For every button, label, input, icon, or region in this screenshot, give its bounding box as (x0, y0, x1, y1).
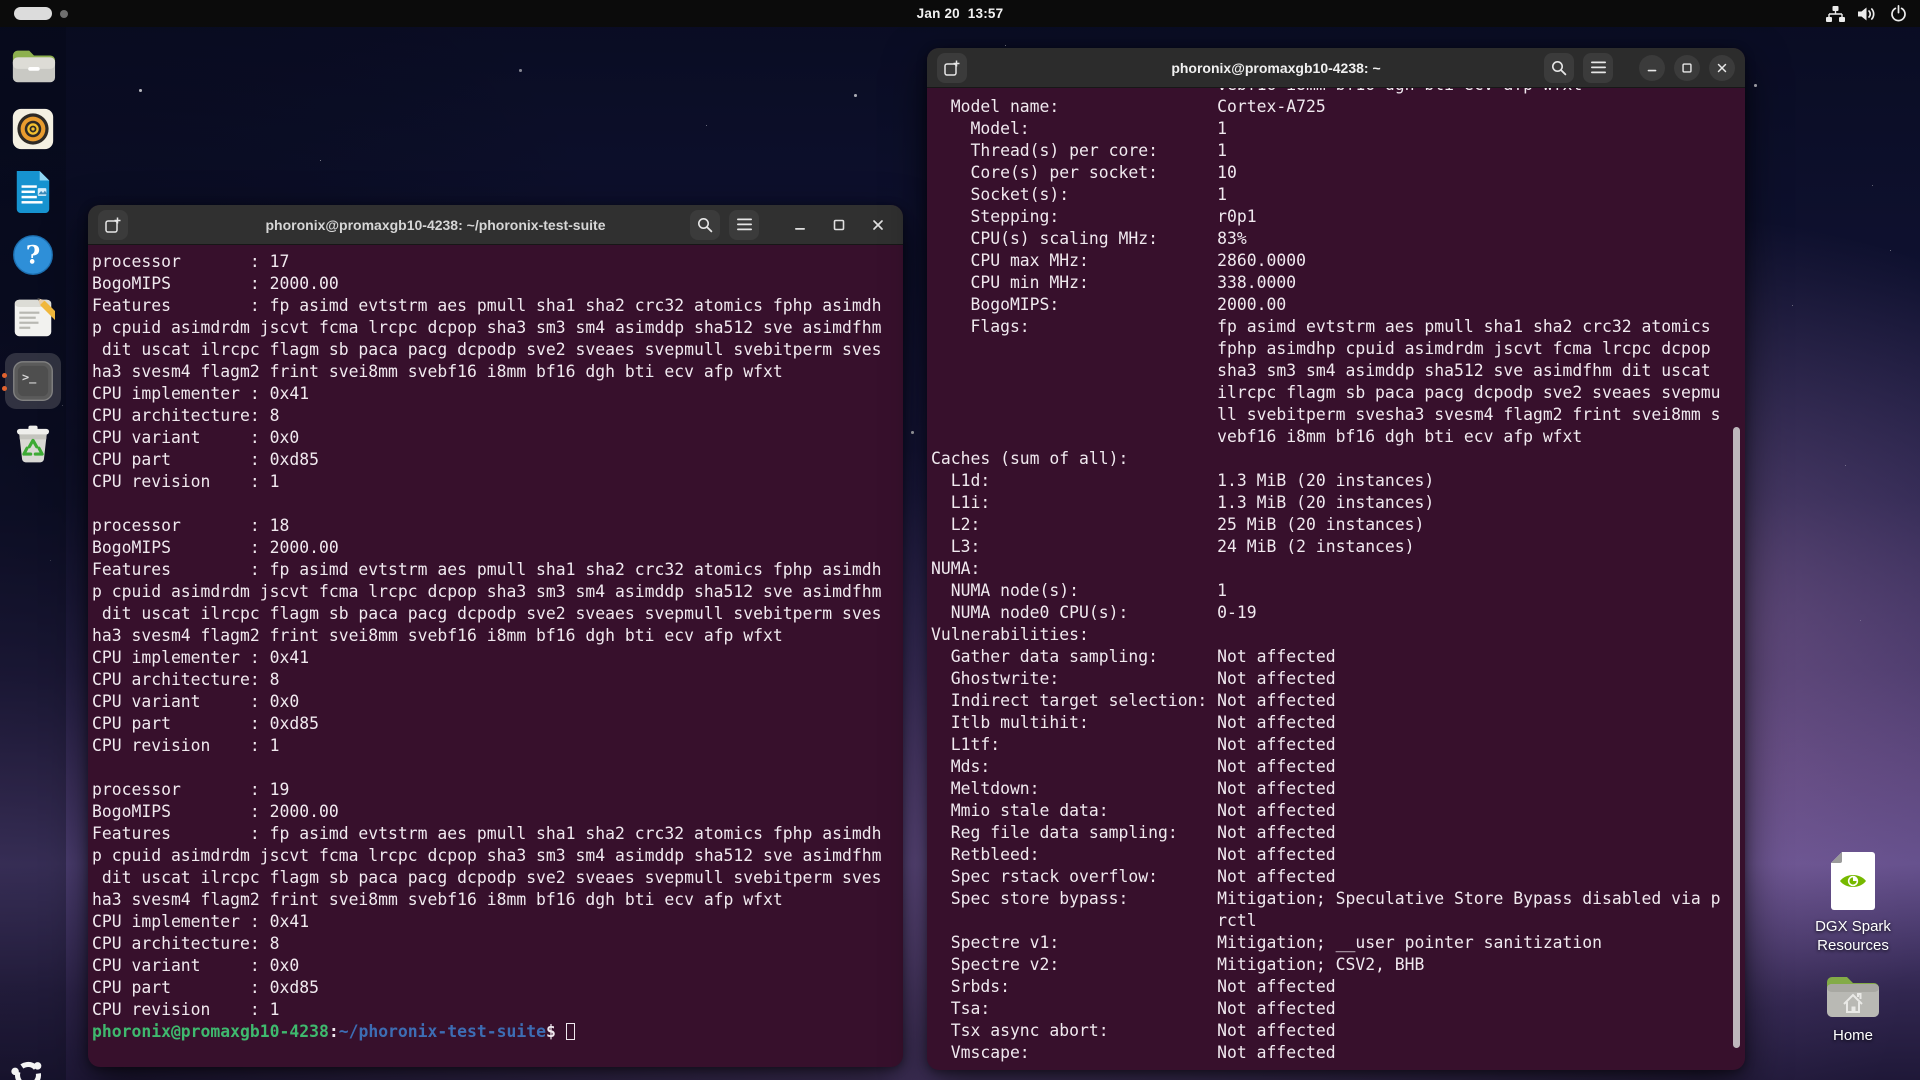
close-icon (1715, 61, 1729, 75)
dock: ? >_ (0, 27, 66, 1080)
text-editor-icon (11, 297, 55, 339)
dock-item-trash[interactable] (10, 421, 56, 467)
desktop-icon-label: DGX Spark Resources (1803, 917, 1903, 955)
minimize-button[interactable] (785, 210, 815, 240)
dock-item-files[interactable] (10, 43, 56, 89)
terminal-window-phoronix-test-suite: phoronix@promaxgb10-4238: ~/phoronix-tes… (88, 205, 903, 1067)
close-button[interactable] (863, 210, 893, 240)
power-icon (1890, 5, 1907, 22)
dock-item-libreoffice-writer[interactable] (10, 169, 56, 215)
maximize-button[interactable] (824, 210, 854, 240)
hamburger-menu-icon (1591, 61, 1606, 74)
files-icon (10, 46, 56, 86)
terminal-output: vebf16 i8mm bf16 dgh bti ecv afp wfxt Mo… (931, 88, 1745, 1064)
search-button[interactable] (690, 210, 720, 240)
maximize-icon (1680, 61, 1694, 75)
minimize-button[interactable] (1639, 55, 1665, 81)
running-window-dot (2, 386, 7, 391)
search-icon (697, 217, 713, 233)
svg-text:>_: >_ (22, 370, 37, 385)
running-window-dot (2, 373, 7, 378)
terminal-icon: >_ (11, 359, 55, 403)
prompt-user-host: phoronix@promaxgb10-4238 (92, 1022, 329, 1041)
titlebar[interactable]: phoronix@promaxgb10-4238: ~/phoronix-tes… (88, 205, 903, 245)
dock-item-help[interactable]: ? (10, 232, 56, 278)
workspace-pill-active (14, 7, 52, 20)
clock[interactable]: Jan 20 13:57 (917, 6, 1004, 21)
dock-item-terminal[interactable]: >_ (10, 358, 56, 404)
home-folder-icon (1824, 972, 1882, 1020)
close-button[interactable] (1709, 55, 1735, 81)
maximize-icon (831, 217, 847, 233)
svg-text:?: ? (26, 240, 41, 269)
terminal-window-home: phoronix@promaxgb10-4238: ~ (927, 48, 1745, 1070)
workspace-dot (60, 10, 68, 18)
desktop-icon-home[interactable]: Home (1803, 972, 1903, 1045)
terminal-output: processor : 17 BogoMIPS : 2000.00 Featur… (92, 251, 903, 1021)
terminal-content[interactable]: vebf16 i8mm bf16 dgh bti ecv afp wfxt Mo… (927, 88, 1745, 1070)
close-icon (870, 217, 886, 233)
search-button[interactable] (1544, 53, 1574, 83)
libreoffice-writer-icon (12, 169, 54, 215)
new-tab-icon (943, 59, 961, 77)
top-bar: Jan 20 13:57 (0, 0, 1920, 27)
terminal-content[interactable]: processor : 17 BogoMIPS : 2000.00 Featur… (88, 245, 903, 1067)
scrollbar-thumb[interactable] (1733, 427, 1740, 1048)
terminal-cursor (566, 1023, 575, 1040)
minimize-icon (792, 217, 808, 233)
window-title: phoronix@promaxgb10-4238: ~ (1047, 60, 1505, 76)
ubuntu-logo-icon (10, 1057, 46, 1080)
dock-item-music-player[interactable] (10, 106, 56, 152)
dock-item-text-editor[interactable] (10, 295, 56, 341)
desktop-icon-label: Home (1833, 1026, 1873, 1045)
maximize-button[interactable] (1674, 55, 1700, 81)
system-tray[interactable] (1826, 0, 1907, 27)
menu-button[interactable] (1583, 53, 1613, 83)
new-tab-button[interactable] (937, 53, 967, 83)
prompt-path: ~/phoronix-test-suite (339, 1022, 546, 1041)
hamburger-menu-icon (737, 218, 752, 231)
new-tab-icon (104, 216, 122, 234)
minimize-icon (1645, 61, 1659, 75)
trash-icon (11, 422, 55, 466)
search-icon (1551, 60, 1567, 76)
workspace-indicator[interactable] (14, 7, 68, 20)
menu-button[interactable] (729, 210, 759, 240)
volume-icon (1858, 6, 1877, 22)
window-title: phoronix@promaxgb10-4238: ~/phoronix-tes… (208, 217, 663, 233)
network-icon (1826, 6, 1845, 22)
music-player-icon (11, 107, 55, 151)
titlebar[interactable]: phoronix@promaxgb10-4238: ~ (927, 48, 1745, 88)
desktop-icon-dgx-spark-resources[interactable]: DGX Spark Resources (1803, 851, 1903, 955)
show-apps-button[interactable] (9, 1056, 47, 1080)
shell-prompt: phoronix@promaxgb10-4238:~/phoronix-test… (92, 1021, 903, 1043)
new-tab-button[interactable] (98, 210, 128, 240)
help-icon: ? (11, 233, 55, 277)
nvidia-document-icon (1830, 851, 1876, 911)
